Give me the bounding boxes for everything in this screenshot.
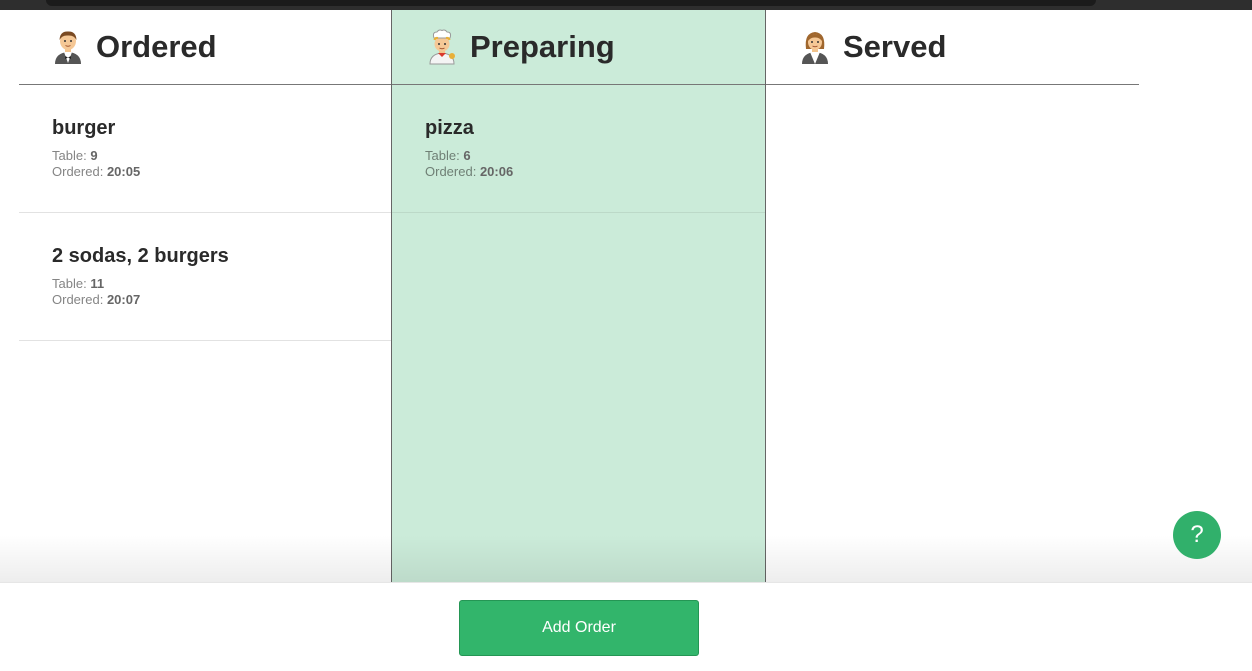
column-title: Served xyxy=(843,29,947,64)
column-ordered: Ordered burger Table: 9 Ordered: 20:05 2… xyxy=(19,10,391,582)
order-table: Table: 6 xyxy=(425,148,471,163)
waiter-man-icon xyxy=(52,29,84,65)
ordered-time: 20:06 xyxy=(479,164,514,179)
column-title: Preparing xyxy=(470,29,615,64)
table-number: 9 xyxy=(90,148,98,163)
order-card[interactable]: burger Table: 9 Ordered: 20:05 xyxy=(19,85,391,213)
add-order-button[interactable]: Add Order xyxy=(459,600,699,656)
chef-icon xyxy=(426,29,458,65)
order-time: Ordered: 20:07 xyxy=(52,292,141,307)
order-name: pizza xyxy=(425,117,474,139)
top-bar-pill xyxy=(46,0,1096,6)
order-name: 2 sodas, 2 burgers xyxy=(52,245,229,267)
order-table: Table: 11 xyxy=(52,276,105,291)
order-card[interactable]: pizza Table: 6 Ordered: 20:06 xyxy=(392,85,765,213)
column-served: Served xyxy=(766,10,1139,582)
waitress-woman-icon xyxy=(799,29,831,65)
order-table: Table: 9 xyxy=(52,148,98,163)
order-time: Ordered: 20:06 xyxy=(425,164,514,179)
order-time: Ordered: 20:05 xyxy=(52,164,141,179)
browser-top-bar xyxy=(0,0,1252,10)
column-preparing: Preparing pizza Table: 6 Ordered: 20:06 xyxy=(391,10,766,582)
column-header-preparing: Preparing xyxy=(392,10,765,85)
order-name: burger xyxy=(52,117,116,139)
column-header-served: Served xyxy=(766,10,1139,85)
order-card[interactable]: 2 sodas, 2 burgers Table: 11 Ordered: 20… xyxy=(19,213,391,341)
ordered-time: 20:05 xyxy=(106,164,141,179)
column-title: Ordered xyxy=(96,29,217,64)
column-header-ordered: Ordered xyxy=(19,10,391,85)
bottom-action-bar: Add Order xyxy=(0,582,1252,671)
table-number: 6 xyxy=(463,148,471,163)
ordered-time: 20:07 xyxy=(106,292,141,307)
help-button[interactable]: ? xyxy=(1173,511,1221,559)
table-number: 11 xyxy=(90,276,105,291)
